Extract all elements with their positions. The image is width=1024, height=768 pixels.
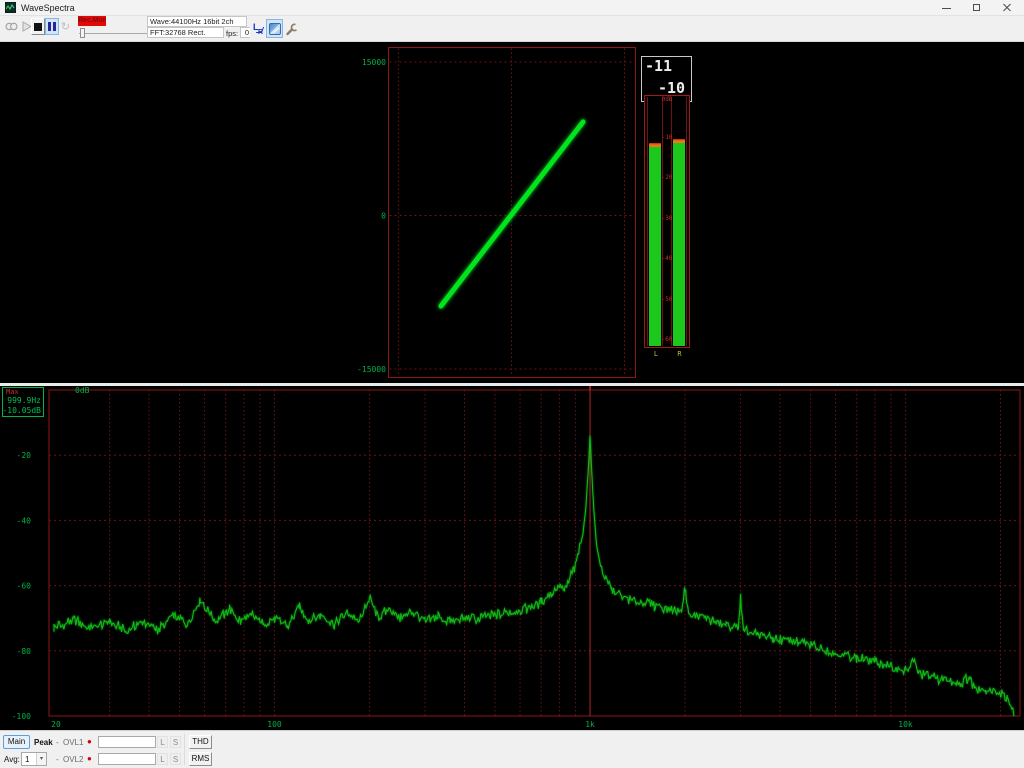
max-level-value: -10.05dB (2, 406, 41, 415)
meter-scale-label: -40 (661, 255, 673, 262)
display-settings-button[interactable] (266, 19, 283, 38)
ovl1-input[interactable] (98, 736, 156, 748)
ovl1-l-button[interactable]: L (157, 736, 168, 748)
record-device-icon (4, 22, 18, 31)
rec-monitor-indicator: Rec.Mon (78, 16, 106, 26)
spectrum-x-tick-label: 10k (898, 720, 913, 729)
spectrum-y-tick-label: -20 (17, 451, 32, 460)
pause-icon (48, 22, 51, 31)
close-button[interactable] (992, 0, 1022, 16)
peak-label: Peak (34, 738, 53, 747)
meter-scale-label: -10 (661, 133, 673, 141)
level-meter: 0dB -10 -20 -30 -40 -50 -60 (644, 95, 690, 348)
scope-y-tick-label: -15000 (357, 365, 386, 374)
level-bar-r (673, 138, 685, 346)
spectrum-x-tick-label: 1k (585, 720, 595, 729)
window-title: WaveSpectra (21, 3, 75, 13)
wrench-icon (286, 23, 297, 35)
spectrum-y-tick-label: -80 (17, 647, 32, 656)
spectrum-plot: 20 100 1k 10k 0dB -20 -40 -60 -80 -100 (12, 386, 1021, 729)
avg-label: Avg: (4, 755, 20, 764)
bottom-control-bar: Main Peak - OVL1 ● L S THD Avg: 1 ▾ - OV… (0, 730, 1024, 768)
meter-scale-label: 0dB (661, 96, 673, 103)
spectrum-curve (53, 435, 1015, 717)
chevron-down-icon[interactable]: ▾ (36, 753, 46, 765)
app-icon (5, 2, 16, 13)
ovl2-l-button[interactable]: L (157, 753, 168, 765)
spectrum-y-tick-label: 0dB (75, 386, 90, 395)
spectrum-y-tick-label: -100 (12, 712, 31, 721)
avg-select[interactable]: 1 ▾ (21, 752, 47, 766)
fps-label: fps: (226, 29, 239, 38)
maximize-button[interactable] (962, 0, 992, 16)
fft-info-field: FFT:32768 Rect. (147, 27, 224, 38)
wave-info-field: Wave:44100Hz 16bit 2ch (147, 16, 247, 27)
meter-scale-label: -50 (661, 295, 673, 303)
spectrum-y-tick-label: -60 (17, 582, 32, 591)
spectrum-x-tick-label: 20 (51, 720, 61, 729)
ovl1-s-button[interactable]: S (170, 736, 181, 748)
window-controls (932, 0, 1022, 16)
display-settings-icon (268, 22, 281, 35)
meter-channel-label-l: L (653, 350, 659, 358)
slider-thumb[interactable] (80, 28, 85, 38)
ovl1-indicator: ● (87, 737, 92, 746)
stop-button[interactable] (31, 18, 45, 35)
scope-y-tick-label: 15000 (362, 58, 386, 67)
xy-scope-plot: 15000 0 -15000 (357, 47, 636, 378)
statusbar-separator (184, 734, 185, 765)
max-marker-tick (589, 386, 591, 391)
minimize-button[interactable] (932, 0, 962, 16)
ovl2-s-button[interactable]: S (170, 753, 181, 765)
spectrum-plot-border (48, 389, 1021, 717)
thd-button[interactable]: THD (189, 735, 212, 749)
main-tab-button[interactable]: Main (3, 735, 30, 749)
ovl2-input[interactable] (98, 753, 156, 765)
ovl2-indicator: ● (87, 754, 92, 763)
maximize-icon (973, 4, 980, 11)
oscilloscope-panel: 15000 0 -15000 -11 -10 0dB -10 -20 -30 -40 -50 -… (0, 42, 1024, 383)
peak-level-left: -11 (645, 57, 673, 75)
ovl1-label: OVL1 (63, 738, 84, 747)
meter-scale-label: -30 (661, 214, 673, 222)
config-button[interactable] (284, 20, 299, 38)
meter-scale-label: -60 (661, 336, 673, 343)
pause-button[interactable] (45, 18, 59, 35)
max-marker-box: Max 999.9Hz -10.05dB (2, 387, 44, 417)
meter-scale-label: -20 (661, 174, 673, 181)
dash-separator: - (56, 755, 59, 764)
level-bar-l (649, 142, 661, 346)
spectrum-panel: 20 100 1k 10k 0dB -20 -40 -60 -80 -100 Max 999.9H… (0, 386, 1024, 730)
meter-channel-label-r: R (677, 350, 682, 358)
ovl2-label: OVL2 (63, 755, 84, 764)
max-frequency-value: 999.9Hz (7, 396, 41, 405)
scope-y-tick-label: 0 (381, 212, 386, 221)
dash-separator: - (56, 738, 59, 747)
loop-icon: ↻ (60, 20, 71, 33)
avg-value: 1 (25, 755, 30, 764)
spectrum-y-tick-label: -40 (17, 516, 32, 525)
record-device-button[interactable] (3, 18, 19, 35)
stop-icon (34, 22, 42, 31)
spectrum-x-tick-label: 100 (267, 720, 282, 729)
loop-button[interactable]: ↻ (59, 18, 72, 35)
channel-lr-button[interactable]: L R (250, 20, 265, 38)
rms-button[interactable]: RMS (189, 752, 212, 766)
minimize-icon (942, 8, 951, 9)
max-title: Max (6, 388, 19, 396)
title-bar: WaveSpectra (0, 0, 1024, 16)
wavespectra-window: WaveSpectra ↻ Rec.Mon Wave:44100Hz 16bit… (0, 0, 1024, 768)
toolbar: ↻ Rec.Mon Wave:44100Hz 16bit 2ch FFT:327… (0, 16, 1024, 42)
